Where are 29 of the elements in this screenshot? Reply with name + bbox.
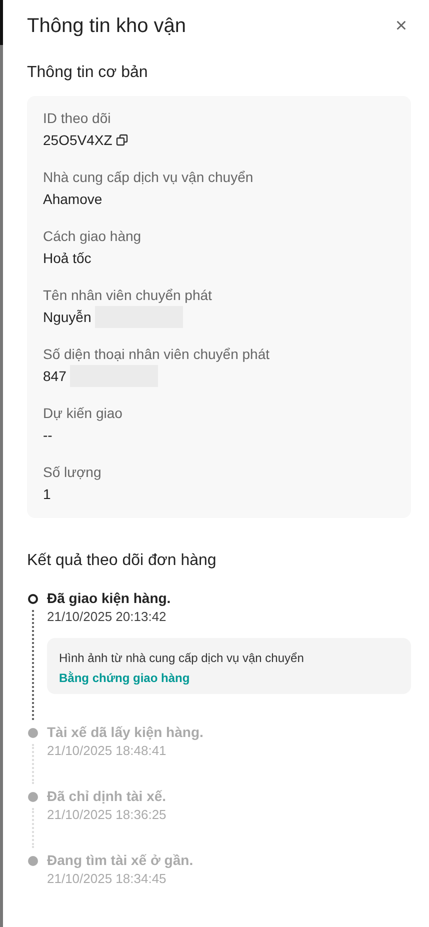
event-time: 21/10/2025 20:13:42 — [47, 609, 168, 624]
copy-icon[interactable] — [116, 134, 128, 146]
field-label: Tên nhân viên chuyển phát — [43, 287, 213, 303]
field-label: Số diện thoại nhân viên chuyển phát — [43, 346, 271, 362]
field-value: 25O5V4XZ — [43, 132, 112, 148]
field-value: 1 — [43, 486, 51, 502]
field-label: Số lượng — [43, 464, 102, 480]
section-heading: Thông tin cơ bản — [27, 64, 149, 82]
event-title: Tài xế dã lấy kiện hàng. — [47, 724, 204, 740]
section-heading: Kết quả theo dõi đơn hàng — [27, 552, 218, 570]
event-title: Đang tìm tài xế ở gần. — [47, 852, 194, 868]
event-title: Đã chỉ dịnh tài xế. — [47, 788, 168, 804]
field-value: 847 — [43, 368, 66, 384]
field-label: ID theo dõi — [43, 110, 112, 126]
proof-caption: Hình ảnh từ nhà cung cấp dịch vụ vận chuyển — [59, 651, 305, 665]
field-label: Cách giao hàng — [43, 228, 142, 244]
drawer-title: Thông tin kho vận — [27, 14, 186, 38]
field-value: Nguyễn — [43, 309, 92, 325]
close-button[interactable]: × — [391, 14, 411, 38]
field-label: Nhà cung cấp dịch vụ vận chuyển — [43, 169, 254, 185]
event-time: 21/10/2025 18:48:41 — [47, 743, 168, 758]
field-value: Hoả tốc — [43, 250, 92, 266]
field-value: Ahamove — [43, 191, 102, 207]
event-title: Đã giao kiện hàng. — [47, 590, 172, 606]
event-time: 21/10/2025 18:36:25 — [47, 807, 168, 822]
field-label: Dự kiến giao — [43, 405, 124, 421]
event-time: 21/10/2025 18:34:45 — [47, 871, 168, 886]
proof-link[interactable]: Bằng chứng giao hàng — [59, 671, 399, 685]
field-value: -- — [43, 427, 52, 443]
